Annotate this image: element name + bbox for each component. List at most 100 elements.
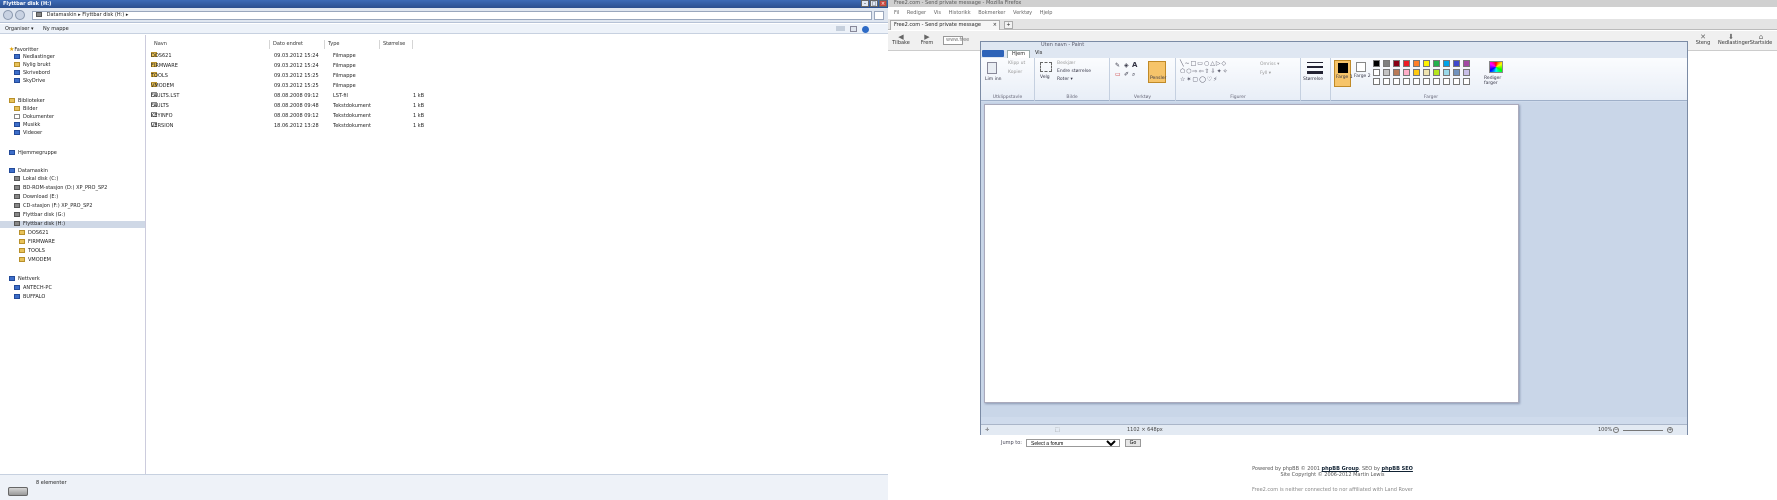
nav-item-drive[interactable]: Flyttbar disk (G:) — [14, 212, 65, 219]
custom-color-slot[interactable] — [1393, 78, 1400, 85]
nav-item-subfolder[interactable]: VMODEM — [19, 257, 51, 264]
color-swatch[interactable] — [1413, 69, 1420, 76]
select-button[interactable]: Velg — [1040, 75, 1050, 80]
menu-help[interactable]: Hjelp — [1040, 10, 1053, 16]
magnifier-icon[interactable]: ⌕ — [1132, 72, 1135, 78]
nav-item-network[interactable]: ANTECH-PC — [14, 285, 52, 292]
url-input[interactable]: www.free — [943, 36, 969, 45]
color-picker-icon[interactable]: ✐ — [1124, 72, 1129, 78]
color-swatch[interactable] — [1433, 69, 1440, 76]
custom-color-slot[interactable] — [1423, 78, 1430, 85]
color2-button[interactable]: Farge 2 — [1353, 60, 1371, 87]
minimize-button[interactable]: – — [861, 0, 869, 7]
tab-view[interactable]: Vis — [1031, 50, 1046, 57]
organize-button[interactable]: Organiser ▾ — [5, 26, 34, 32]
network-header[interactable]: Nettverk — [9, 276, 40, 283]
color-swatch[interactable] — [1393, 69, 1400, 76]
custom-color-slot[interactable] — [1383, 78, 1390, 85]
paste-icon[interactable] — [987, 62, 997, 74]
zoom-in-button[interactable]: + — [1667, 427, 1673, 433]
color-swatch[interactable] — [1383, 69, 1390, 76]
computer-header[interactable]: Datamaskin — [9, 168, 48, 175]
text-icon[interactable]: A — [1132, 62, 1137, 69]
column-date[interactable]: Dato endret — [270, 40, 325, 49]
back-button[interactable] — [3, 10, 13, 20]
color-swatch[interactable] — [1373, 69, 1380, 76]
menu-view[interactable]: Vis — [934, 10, 941, 16]
color-swatch[interactable] — [1443, 60, 1450, 67]
tab-home[interactable]: Hjem — [1007, 50, 1031, 58]
nav-item-library[interactable]: Videoer — [14, 130, 42, 137]
color-swatch[interactable] — [1403, 60, 1410, 67]
menu-bookmarks[interactable]: Bokmerker — [978, 10, 1005, 16]
color-swatch[interactable] — [1393, 60, 1400, 67]
zoom-slider[interactable] — [1623, 430, 1663, 431]
go-button[interactable]: Go — [1125, 439, 1141, 447]
outline-button[interactable]: Omriss ▾ — [1260, 62, 1279, 67]
menu-history[interactable]: Historikk — [949, 10, 971, 16]
color-swatch[interactable] — [1423, 69, 1430, 76]
brushes-button[interactable]: Pensler — [1148, 61, 1166, 83]
color-swatch[interactable] — [1443, 69, 1450, 76]
nav-item-subfolder[interactable]: TOOLS — [19, 248, 45, 255]
nav-item-favorite[interactable]: Skrivebord — [14, 70, 50, 77]
color-swatch[interactable] — [1383, 60, 1390, 67]
forward-button[interactable] — [15, 10, 25, 20]
search-input[interactable] — [874, 11, 884, 20]
nav-item-favorite[interactable]: Nylig brukt — [14, 62, 51, 69]
color-swatch[interactable] — [1453, 60, 1460, 67]
nav-item-subfolder[interactable]: DOS621 — [19, 230, 49, 237]
custom-color-slot[interactable] — [1413, 78, 1420, 85]
nav-item-drive[interactable]: Download (E:) — [14, 194, 58, 201]
file-row[interactable]: FIRMWARE 09.03.2012 15:24 Filmappe — [151, 62, 571, 71]
custom-color-slot[interactable] — [1403, 78, 1410, 85]
fill-button[interactable]: Fyll ▾ — [1260, 71, 1271, 76]
stop-button[interactable]: ✕ Steng — [1690, 34, 1716, 47]
color-swatch[interactable] — [1423, 60, 1430, 67]
color1-button[interactable]: Farge 1 — [1334, 60, 1353, 87]
nav-item-drive[interactable]: BD-ROM-stasjon (D:) XP_PRO_SP2 — [14, 185, 107, 192]
nav-item-drive[interactable]: CD-stasjon (F:) XP_PRO_SP2 — [14, 203, 93, 210]
paint-menu-button[interactable] — [982, 50, 1004, 57]
file-row[interactable]: VMODEM 09.03.2012 15:25 Filmappe — [151, 82, 571, 91]
menu-edit[interactable]: Rediger — [907, 10, 926, 16]
paste-button[interactable]: Lim inn — [985, 77, 1002, 82]
column-type[interactable]: Type — [325, 40, 380, 49]
forward-button[interactable]: ▶ Frem — [914, 34, 940, 47]
select-icon[interactable] — [1040, 62, 1052, 72]
file-row[interactable]: TOOLS 09.03.2012 15:25 Filmappe — [151, 72, 571, 81]
shapes-gallery-row2[interactable]: ⬠⬡⇨⇦⇧⇩✦✧ — [1180, 69, 1229, 75]
pencil-icon[interactable]: ✎ — [1115, 63, 1120, 69]
nav-item-library[interactable]: Bilder — [14, 106, 38, 113]
shapes-gallery-row3[interactable]: ☆✶▢◯♡⚡ — [1180, 77, 1218, 83]
color-swatch[interactable] — [1463, 69, 1470, 76]
nav-item-library[interactable]: Dokumenter — [14, 114, 54, 121]
file-row[interactable]: FAULTS 08.08.2008 09:48 Tekstdokument 1 kB — [151, 102, 571, 111]
drawing-canvas[interactable] — [984, 104, 1519, 403]
close-tab-icon[interactable]: × — [993, 21, 997, 30]
eraser-icon[interactable]: ▭ — [1115, 72, 1121, 78]
preview-pane-icon[interactable] — [850, 26, 857, 32]
file-row[interactable]: DOS621 09.03.2012 15:24 Filmappe — [151, 52, 571, 61]
edit-colors-icon[interactable] — [1489, 61, 1503, 73]
libraries-header[interactable]: Biblioteker — [9, 98, 45, 105]
column-size[interactable]: Størrelse — [380, 40, 413, 49]
crop-button[interactable]: Beskjær — [1057, 61, 1075, 66]
cut-button[interactable]: Klipp ut — [1008, 61, 1025, 66]
custom-color-slot[interactable] — [1443, 78, 1450, 85]
nav-item-library[interactable]: Musikk — [14, 122, 40, 129]
new-tab-button[interactable]: + — [1004, 21, 1013, 29]
size-button[interactable]: Størrelse — [1303, 77, 1323, 82]
forum-select[interactable]: Select a forum — [1026, 439, 1120, 447]
back-button[interactable]: ◀ Tilbake — [888, 34, 914, 47]
color-swatch[interactable] — [1403, 69, 1410, 76]
nav-item-favorite[interactable]: Nedlastinger — [14, 54, 55, 61]
custom-color-slot[interactable] — [1373, 78, 1380, 85]
rotate-button[interactable]: Roter ▾ — [1057, 77, 1073, 82]
close-button[interactable]: × — [879, 0, 887, 7]
custom-color-slot[interactable] — [1463, 78, 1470, 85]
downloads-button[interactable]: ⬇ Nedlastinger — [1718, 34, 1750, 47]
tab-private-message[interactable]: Free2.com - Send private message × — [890, 20, 1000, 30]
nav-item-drive-selected[interactable]: Flyttbar disk (H:) — [0, 221, 145, 228]
nav-item-subfolder[interactable]: FIRMWARE — [19, 239, 55, 246]
